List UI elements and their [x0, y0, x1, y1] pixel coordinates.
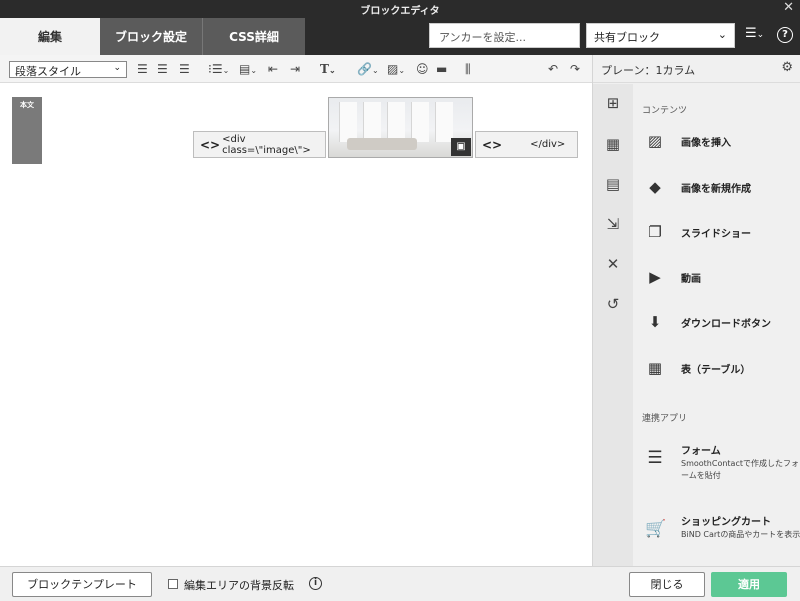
window-pane [411, 102, 429, 142]
item-label: フォーム [681, 446, 721, 457]
add-block-icon[interactable]: ⊞ [603, 94, 623, 112]
slideshow-icon: ❐ [648, 223, 662, 241]
header-bar: 編集 ブロック設定 CSS詳細 アンカーを設定... 共有ブロック ⌄ ☰⌄ ? [0, 18, 800, 55]
item-label: 画像を挿入 [681, 138, 731, 149]
format-toolbar: 段落スタイル ⌄ ☰ ☰ ☰ ⁝☰⌄ ▤⌄ ⇤ ⇥ T⌄ 🔗⌄ ▨⌄ ☺ ▬ ⫼… [0, 55, 592, 83]
column-icon[interactable]: ⫼ [465, 61, 471, 77]
undo-icon[interactable]: ↶ [548, 61, 558, 77]
close-tag[interactable]: <> </div> [475, 131, 578, 158]
image-icon: ▨ [647, 132, 663, 150]
chevron-down-icon: ⌄ [717, 28, 727, 41]
item-desc: SmoothContactで作成したフォームを貼付 [681, 459, 799, 480]
item-desc: BiND Cartの商品やカートを表示 [681, 530, 800, 539]
item-label: スライドショー [681, 229, 751, 240]
history-icon[interactable]: ↺ [603, 295, 623, 313]
item-slideshow[interactable]: ❐ スライドショー [645, 220, 795, 244]
item-label: ダウンロードボタン [681, 319, 771, 330]
image-edit-icon[interactable]: ▣ [451, 138, 471, 156]
shapes-icon: ◆ [649, 178, 661, 196]
tab-edit[interactable]: 編集 [0, 18, 100, 55]
code-icon: <> [482, 137, 503, 152]
cart-icon: 🛒 [645, 519, 667, 539]
emoji-icon[interactable]: ☺ [416, 61, 429, 77]
apply-button[interactable]: 適用 [711, 572, 787, 597]
window-title: ブロックエディタ [360, 6, 440, 17]
item-label: 画像を新規作成 [681, 184, 751, 195]
bullet-list-icon[interactable]: ⁝☰⌄ [208, 61, 229, 79]
link-icon[interactable]: 🔗⌄ [357, 61, 379, 79]
align-left-icon[interactable]: ☰ [137, 61, 148, 77]
chevron-down-icon: ⌄ [113, 63, 121, 73]
item-label: 表（テーブル） [681, 365, 751, 376]
close-tag-text: </div> [530, 139, 566, 150]
horizontal-rule-icon[interactable]: ▬ [436, 61, 447, 77]
gear-icon[interactable]: ⚙ [781, 60, 793, 75]
invert-bg-checkbox[interactable] [168, 579, 178, 589]
item-shopping-cart[interactable]: 🛒 ショッピングカート BiND Cartの商品やカートを表示 [645, 513, 800, 559]
shared-block-select[interactable]: 共有ブロック ⌄ [586, 23, 735, 48]
open-tag-text: <div class=\"image\"> [222, 133, 311, 156]
page-icon[interactable]: ▤ [603, 175, 623, 193]
window-pane [387, 102, 405, 142]
outdent-icon[interactable]: ⇤ [268, 61, 278, 77]
window-pane [363, 102, 381, 142]
section-contents: コンテンツ [642, 106, 688, 116]
redo-icon[interactable]: ↷ [570, 61, 580, 77]
close-button[interactable]: 閉じる [629, 572, 705, 597]
item-form[interactable]: ☰ フォーム SmoothContactで作成したフォームを貼付 [645, 442, 799, 488]
section-apps: 連携アプリ [642, 414, 688, 424]
panel-content: コンテンツ ▨ 画像を挿入 ◆ 画像を新規作成 ❐ スライドショー ▶ 動画 ⬇… [633, 84, 800, 566]
paragraph-style-select[interactable]: 段落スタイル ⌄ [9, 61, 127, 78]
video-icon: ▶ [649, 268, 661, 286]
body-marker: 本文 [12, 97, 42, 164]
table-icon: ▦ [647, 359, 663, 377]
import-icon[interactable]: ⇲ [603, 215, 623, 233]
window-pane [339, 102, 357, 142]
anchor-input[interactable]: アンカーを設定... [429, 23, 580, 48]
numbered-list-icon[interactable]: ▤⌄ [239, 61, 257, 79]
item-insert-image[interactable]: ▨ 画像を挿入 [645, 129, 795, 153]
align-right-icon[interactable]: ☰ [179, 61, 190, 77]
footer-bar: ブロックテンプレート 編集エリアの背景反転 i 閉じる 適用 [0, 566, 800, 601]
image-icon[interactable]: ▨⌄ [387, 61, 405, 79]
tab-css-details[interactable]: CSS詳細 [203, 18, 305, 55]
item-label: ショッピングカート [681, 517, 771, 528]
menu-icon[interactable]: ☰⌄ [745, 26, 764, 41]
title-bar: ブロックエディタ ✕ [0, 0, 800, 18]
shared-block-value: 共有ブロック [594, 31, 660, 44]
item-table[interactable]: ▦ 表（テーブル） [645, 356, 795, 380]
text-type-icon[interactable]: T⌄ [320, 61, 336, 78]
right-panel: プレーン：1カラム ⚙ ⊞ ▦ ▤ ⇲ ✕ ↺ コンテンツ ▨ 画像を挿入 ◆ … [592, 55, 800, 566]
item-create-image[interactable]: ◆ 画像を新規作成 [645, 175, 795, 199]
image-block[interactable]: ▣ [328, 97, 473, 158]
code-icon: <> [200, 137, 221, 152]
grid-icon[interactable]: ▦ [603, 135, 623, 153]
panel-side-icons: ⊞ ▦ ▤ ⇲ ✕ ↺ [593, 84, 633, 566]
panel-header: プレーン：1カラム ⚙ [593, 55, 800, 83]
close-icon[interactable]: ✕ [783, 1, 794, 15]
block-template-button[interactable]: ブロックテンプレート [12, 572, 152, 597]
panel-header-label: プレーン：1カラム [601, 64, 696, 77]
item-label: 動画 [681, 274, 701, 285]
paragraph-style-value: 段落スタイル [15, 65, 81, 78]
download-icon: ⬇ [648, 313, 662, 331]
tab-block-settings[interactable]: ブロック設定 [100, 18, 203, 55]
form-icon: ☰ [647, 448, 663, 468]
invert-bg-label: 編集エリアの背景反転 [184, 579, 294, 592]
indent-icon[interactable]: ⇥ [290, 61, 300, 77]
open-tag[interactable]: <> <div class=\"image\"> [193, 131, 326, 158]
align-center-icon[interactable]: ☰ [157, 61, 168, 77]
help-icon[interactable]: ? [777, 27, 793, 43]
item-download-button[interactable]: ⬇ ダウンロードボタン [645, 310, 795, 334]
sofa-shape [347, 138, 417, 150]
item-video[interactable]: ▶ 動画 [645, 265, 795, 289]
info-icon[interactable]: i [309, 577, 322, 590]
tools-icon[interactable]: ✕ [603, 255, 623, 273]
window-pane [435, 102, 453, 142]
